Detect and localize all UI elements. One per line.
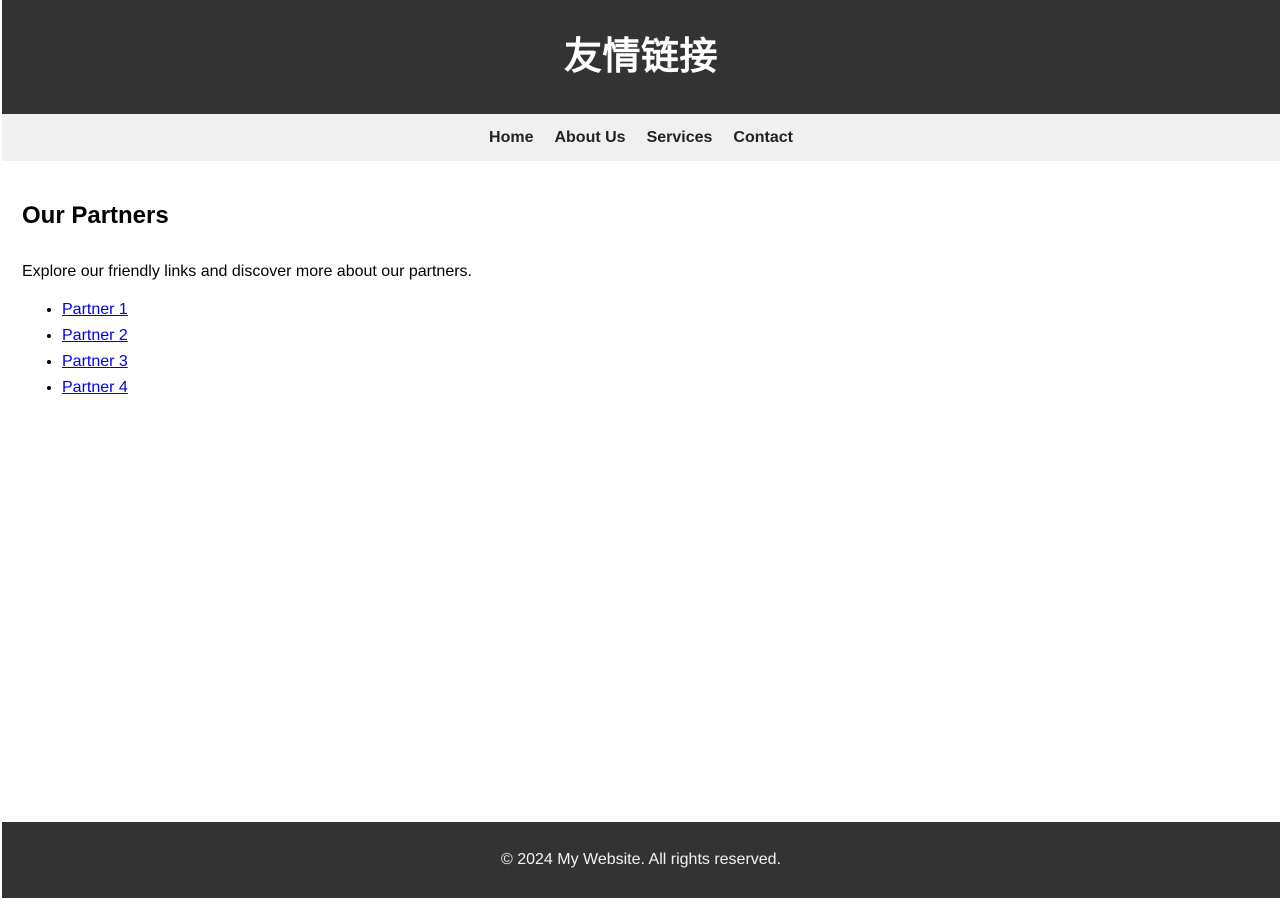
nav-item-about-us[interactable]: About Us: [554, 129, 625, 147]
nav-link-services[interactable]: Services: [647, 129, 713, 146]
nav-list: Home About Us Services Contact: [489, 129, 793, 147]
section-heading: Our Partners: [22, 202, 169, 229]
nav-item-services[interactable]: Services: [647, 129, 713, 147]
nav-item-home[interactable]: Home: [489, 129, 533, 147]
nav-item-contact[interactable]: Contact: [733, 129, 793, 147]
list-item: Partner 3: [62, 349, 1260, 375]
list-item: Partner 4: [62, 375, 1260, 401]
list-item: Partner 1: [62, 297, 1260, 323]
partner-link-4[interactable]: Partner 4: [62, 379, 128, 396]
section-description: Explore our friendly links and discover …: [22, 262, 472, 280]
partner-links-list: Partner 1 Partner 2 Partner 3 Partner 4: [22, 297, 1260, 401]
nav-link-about-us[interactable]: About Us: [554, 129, 625, 146]
page-title: 友情链接: [563, 34, 718, 79]
copyright-text: © 2024 My Website. All rights reserved.: [500, 851, 782, 869]
page-root: 友情链接 Home About Us Services Contact Our …: [0, 0, 1280, 900]
nav-link-home[interactable]: Home: [489, 129, 533, 146]
site-footer: © 2024 My Website. All rights reserved.: [2, 822, 1280, 898]
site-header: 友情链接: [2, 0, 1280, 114]
list-item: Partner 2: [62, 323, 1260, 349]
nav-link-contact[interactable]: Contact: [733, 129, 793, 146]
partner-link-1[interactable]: Partner 1: [62, 301, 128, 318]
main-content: Our Partners Explore our friendly links …: [2, 161, 1280, 822]
partner-link-3[interactable]: Partner 3: [62, 353, 128, 370]
partner-link-2[interactable]: Partner 2: [62, 327, 128, 344]
main-navigation: Home About Us Services Contact: [2, 114, 1280, 161]
